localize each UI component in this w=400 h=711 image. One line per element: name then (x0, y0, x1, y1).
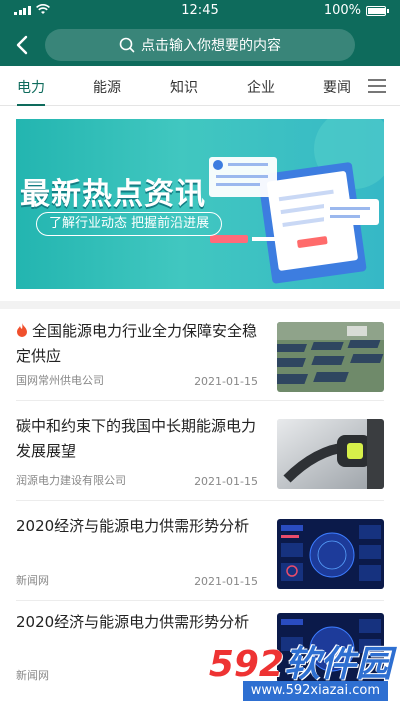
watermark-brand-number: 592 (208, 644, 284, 685)
news-title: 碳中和约束下的我国中长期能源电力发展展望 (16, 417, 257, 460)
tab-headlines[interactable]: 要闻 (322, 66, 352, 106)
tab-knowledge[interactable]: 知识 (169, 66, 199, 106)
site-watermark: 592软件园 www.592xiazai.com (192, 635, 392, 701)
news-date: 2021-01-15 (194, 575, 258, 588)
news-source: 新闻网 (16, 574, 49, 587)
promo-banner[interactable]: 最新热点资讯 了解行业动态 把握前沿进展 (16, 119, 384, 289)
news-source: 新闻网 (16, 669, 49, 682)
news-item[interactable]: 2020经济与能源电力供需形势分析 新闻网 2021-01-15 (16, 501, 384, 601)
category-tabs: 电力 能源 知识 企业 要闻 (0, 66, 400, 106)
search-bar[interactable]: 点击输入你想要的内容 (45, 29, 355, 61)
tab-electric[interactable]: 电力 (17, 66, 45, 106)
news-title: 2020经济与能源电力供需形势分析 (16, 613, 250, 631)
news-title: 全国能源电力行业全力保障安全稳定供应 (16, 319, 262, 369)
battery-icon (366, 5, 389, 16)
news-title: 2020经济与能源电力供需形势分析 (16, 517, 250, 535)
battery-group: 100% (323, 3, 389, 18)
section-divider (0, 301, 400, 309)
back-arrow-icon[interactable] (12, 33, 34, 57)
news-source: 润源电力建设有限公司 (16, 474, 126, 487)
news-date: 2021-01-15 (194, 375, 258, 388)
search-placeholder: 点击输入你想要的内容 (141, 38, 281, 54)
news-item[interactable]: 碳中和约束下的我国中长期能源电力发展展望 润源电力建设有限公司 2021-01-… (16, 401, 384, 501)
news-source: 国网常州供电公司 (16, 374, 104, 387)
menu-icon[interactable] (368, 79, 386, 93)
banner-title: 最新热点资讯 (20, 177, 206, 212)
watermark-brand: 592软件园 (209, 635, 392, 687)
news-date: 2021-01-15 (194, 475, 258, 488)
status-bar: 12:45 100% (0, 0, 400, 22)
watermark-url: www.592xiazai.com (242, 681, 388, 701)
battery-fill (368, 7, 386, 14)
watermark-brand-name: 软件园 (283, 644, 392, 685)
banner-subtitle: 了解行业动态 把握前沿进展 (36, 212, 223, 236)
news-title-text: 全国能源电力行业全力保障安全稳定供应 (16, 322, 258, 365)
solar-farm-thumbnail (277, 322, 384, 392)
tab-energy[interactable]: 能源 (92, 66, 122, 106)
ev-charger-thumbnail (277, 419, 384, 489)
document-illustration (209, 119, 384, 284)
news-item[interactable]: 全国能源电力行业全力保障安全稳定供应 国网常州供电公司 2021-01-15 (16, 309, 384, 401)
app-header: 12:45 100% 点击输入你想要的内容 (0, 0, 400, 66)
battery-percent: 100% (323, 3, 361, 18)
fire-icon (17, 323, 27, 337)
search-icon (119, 37, 135, 53)
dashboard-thumbnail (277, 519, 384, 589)
tab-enterprise[interactable]: 企业 (246, 66, 276, 106)
